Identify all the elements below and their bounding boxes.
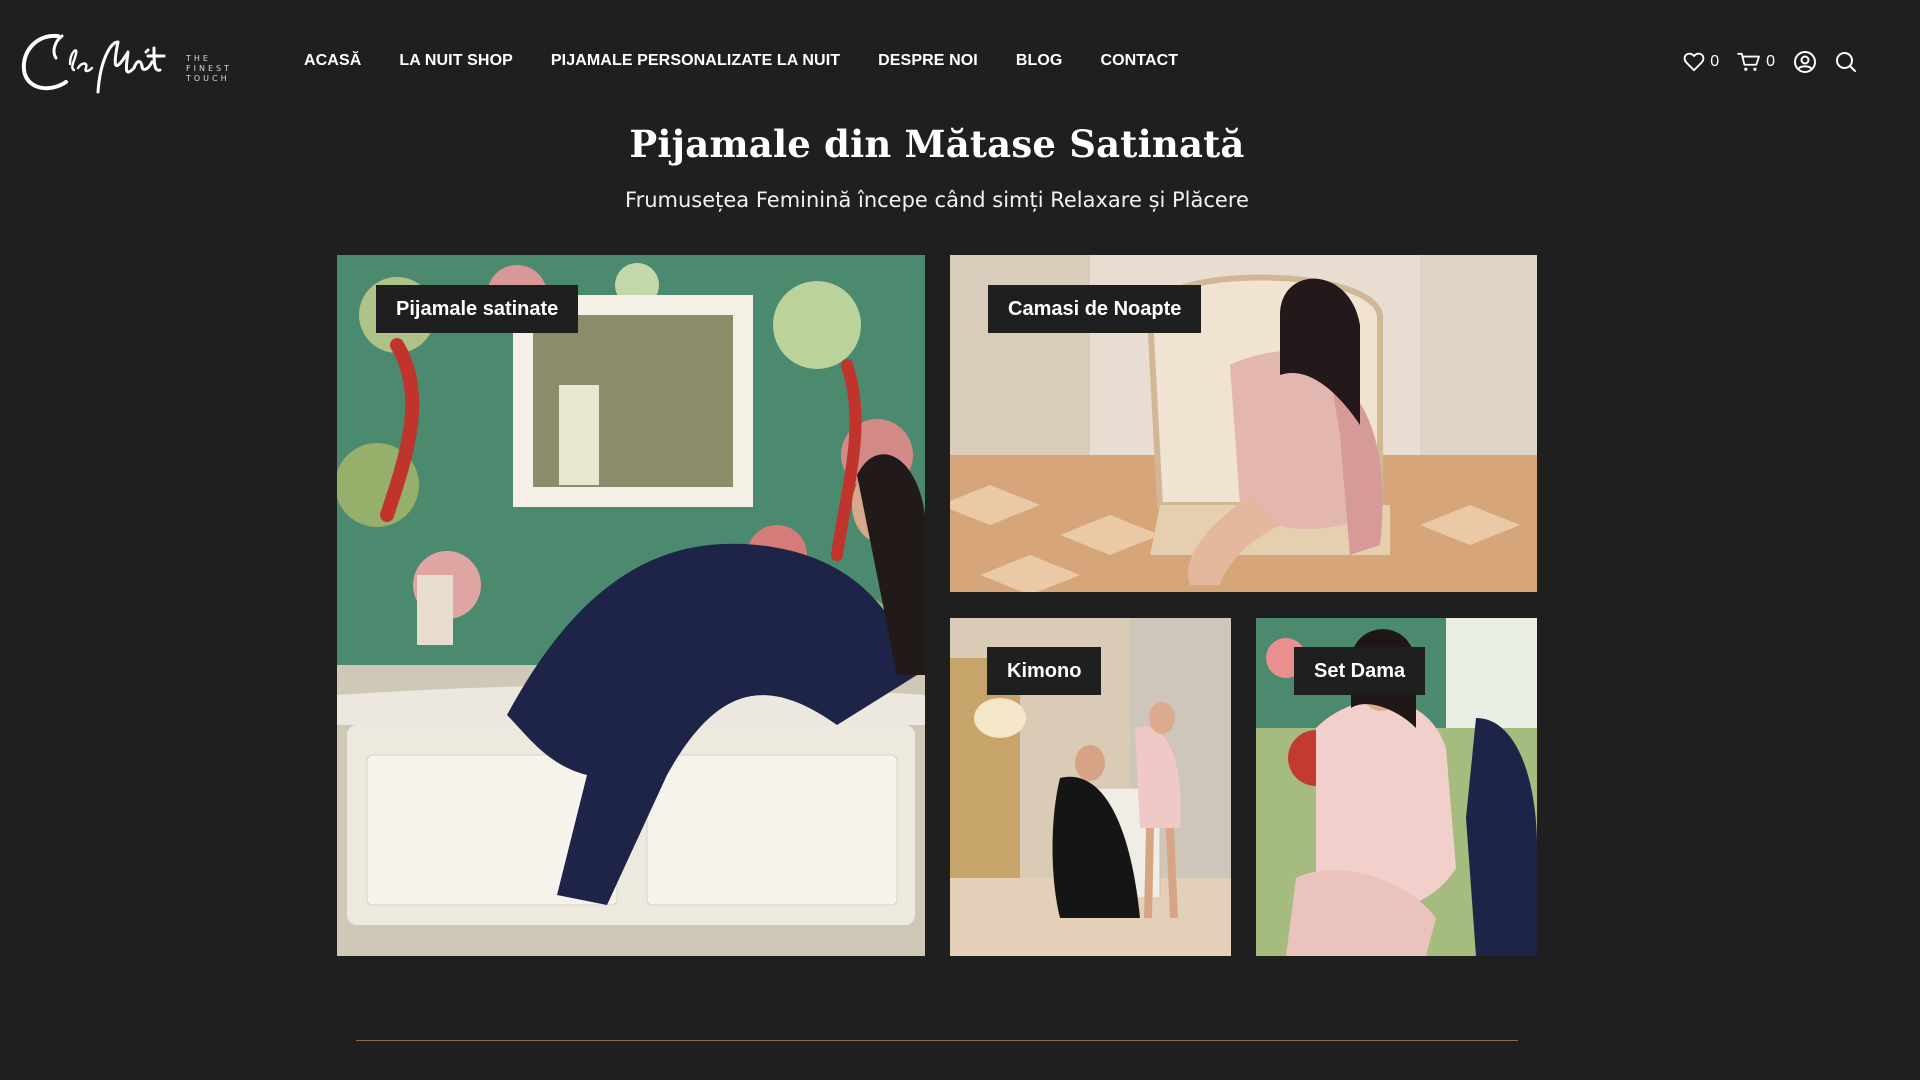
category-image (337, 255, 925, 956)
nav-item-acasa[interactable]: ACASĂ (304, 52, 361, 70)
tagline-line: FINEST (186, 64, 232, 73)
nav-item-blog[interactable]: BLOG (1016, 52, 1063, 70)
nav-item-pijamale-personalizate[interactable]: PIJAMALE PERSONALIZATE LA NUIT (551, 52, 840, 70)
nav-item-contact[interactable]: CONTACT (1100, 52, 1178, 70)
category-tile-camasi-de-noapte[interactable]: Camasi de Noapte (950, 255, 1537, 592)
user-icon (1794, 51, 1816, 73)
heart-icon (1683, 52, 1705, 72)
wishlist-button[interactable]: 0 (1683, 52, 1719, 72)
tagline-line: TOUCH (186, 74, 230, 83)
account-button[interactable] (1793, 50, 1817, 74)
page-subtitle: Frumusețea Feminină începe când simți Re… (625, 188, 1249, 212)
cart-button[interactable]: 0 (1737, 52, 1775, 72)
page-title: Pijamale din Mătase Satinată (629, 122, 1245, 166)
nav-item-shop[interactable]: LA NUIT SHOP (399, 52, 513, 70)
section-divider (356, 1040, 1518, 1041)
wishlist-count: 0 (1710, 53, 1720, 70)
site-logo[interactable]: THE FINEST TOUCH (18, 22, 243, 106)
site-header: THE FINEST TOUCH ACASĂ LA NUIT SHOP PIJA… (0, 0, 1920, 120)
main-nav: ACASĂ LA NUIT SHOP PIJAMALE PERSONALIZAT… (304, 52, 1216, 70)
search-button[interactable] (1835, 51, 1857, 73)
cart-count: 0 (1766, 53, 1775, 70)
tagline-line: THE (186, 54, 211, 63)
category-label: Set Dama (1294, 647, 1426, 695)
logo-tagline: THE FINEST TOUCH (186, 54, 232, 84)
category-label: Kimono (987, 647, 1102, 695)
nav-item-despre-noi[interactable]: DESPRE NOI (878, 52, 978, 70)
cart-icon (1737, 52, 1761, 71)
category-tile-set-dama[interactable]: Set Dama (1256, 618, 1537, 956)
category-tile-pijamale-satinate[interactable]: Pijamale satinate (337, 255, 925, 956)
category-tile-kimono[interactable]: Kimono (950, 618, 1231, 956)
header-icons: 0 0 (1665, 50, 1857, 74)
category-label: Camasi de Noapte (988, 285, 1202, 333)
search-icon (1836, 52, 1856, 72)
logo-mark-icon (21, 33, 166, 94)
category-label: Pijamale satinate (376, 285, 579, 333)
